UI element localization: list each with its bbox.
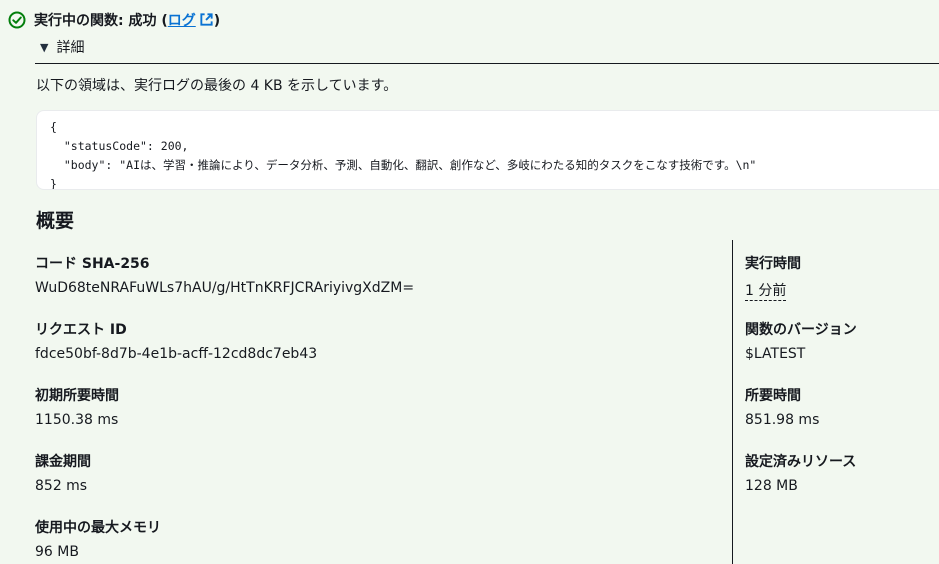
- configured-resources-label: 設定済みリソース: [745, 454, 857, 470]
- execution-time-label: 実行時間: [745, 256, 801, 272]
- max-memory-label: 使用中の最大メモリ: [35, 520, 161, 536]
- billed-duration-value: 852 ms: [35, 478, 88, 494]
- billed-duration-label: 課金期間: [35, 454, 91, 470]
- billed-duration-field: 課金期間 852 ms: [35, 451, 91, 494]
- request-id-value: fdce50bf-8d7b-4e1b-acff-12cd8dc7eb43: [35, 346, 318, 362]
- init-duration-field: 初期所要時間 1150.38 ms: [35, 385, 119, 428]
- configured-resources-value: 128 MB: [745, 478, 798, 494]
- duration-value: 851.98 ms: [745, 412, 820, 428]
- status-text-suffix: ): [213, 13, 221, 29]
- details-toggle[interactable]: ▼ 詳細: [40, 37, 84, 57]
- init-duration-value: 1150.38 ms: [35, 412, 119, 428]
- details-toggle-label: 詳細: [56, 40, 85, 56]
- function-version-label: 関数のバージョン: [745, 322, 857, 338]
- duration-label: 所要時間: [745, 388, 801, 404]
- execution-time-field: 実行時間 1 分前: [745, 253, 801, 301]
- log-link-label: ログ: [167, 13, 196, 29]
- log-description: 以下の領域は、実行ログの最後の 4 KB を示しています。: [36, 78, 398, 94]
- log-link[interactable]: ログ: [168, 13, 214, 29]
- log-output: { "statusCode": 200, "body": "AIは、学習・推論に…: [36, 110, 939, 190]
- code-sha256-field: コード SHA-256 WuD68teNRAFuWLs7hAU/g/HtTnKR…: [35, 253, 414, 296]
- request-id-field: リクエスト ID fdce50bf-8d7b-4e1b-acff-12cd8dc…: [35, 319, 317, 362]
- execution-time-value[interactable]: 1 分前: [745, 283, 787, 301]
- column-divider: [732, 240, 733, 564]
- code-sha256-value: WuD68teNRAFuWLs7hAU/g/HtTnKRFJCRAriyivgX…: [35, 280, 415, 296]
- external-link-icon: [200, 13, 213, 26]
- status-text-prefix: 実行中の関数: 成功 (: [34, 13, 168, 29]
- init-duration-label: 初期所要時間: [35, 388, 119, 404]
- max-memory-field: 使用中の最大メモリ 96 MB: [35, 517, 161, 560]
- request-id-label: リクエスト ID: [35, 322, 127, 338]
- details-divider: [35, 63, 939, 64]
- duration-field: 所要時間 851.98 ms: [745, 385, 819, 428]
- function-version-field: 関数のバージョン $LATEST: [745, 319, 857, 362]
- code-sha256-label: コード SHA-256: [35, 256, 150, 272]
- max-memory-value: 96 MB: [35, 544, 79, 560]
- configured-resources-field: 設定済みリソース 128 MB: [745, 451, 856, 494]
- summary-title: 概要: [36, 210, 75, 232]
- function-version-value: $LATEST: [745, 346, 806, 362]
- success-check-icon: [8, 11, 26, 29]
- caret-down-icon: ▼: [40, 40, 49, 54]
- execution-status: 実行中の関数: 成功 (ログ ): [8, 9, 220, 31]
- status-text: 実行中の関数: 成功 (ログ ): [34, 10, 220, 30]
